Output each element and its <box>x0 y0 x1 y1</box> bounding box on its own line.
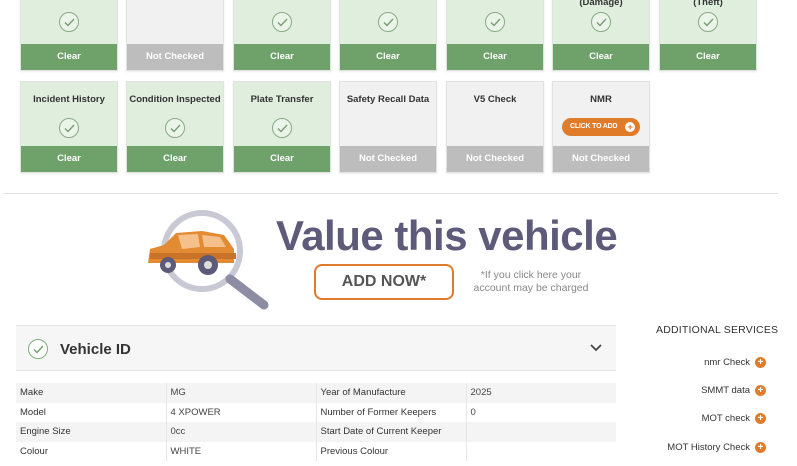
check-icon <box>272 118 292 138</box>
vehicle-id-panel-header[interactable]: Vehicle ID <box>16 325 616 371</box>
check-icon <box>591 12 611 32</box>
check-icon <box>28 339 48 359</box>
year-label: Year of Manufacture <box>315 383 466 403</box>
service-label: SMMT data <box>701 384 750 396</box>
plus-icon: + <box>755 356 766 368</box>
check-tile: (Damage) Clear <box>552 0 650 71</box>
check-icon <box>698 12 718 32</box>
check-tile: Clear <box>339 0 437 71</box>
tile-label: Plate Transfer <box>250 94 314 105</box>
vehicle-details-table: Make MG Year of Manufacture 2025 Model 4… <box>16 383 616 461</box>
plus-icon: + <box>755 441 766 453</box>
check-tile: Clear <box>20 0 118 71</box>
check-tile-nmr: NMR CLICK TO ADD + Not Checked <box>552 81 650 173</box>
check-tile: Clear <box>446 0 544 71</box>
check-icon <box>59 118 79 138</box>
service-link-smmt[interactable]: SMMT data + <box>701 382 766 398</box>
click-to-add-label: CLICK TO ADD <box>570 123 618 130</box>
tile-label: Incident History <box>33 94 105 105</box>
add-now-button[interactable]: ADD NOW* <box>314 264 454 300</box>
check-tile: Not Checked <box>126 0 224 71</box>
tile-status-clear: Clear <box>447 44 543 70</box>
check-tile-v5: V5 Check Not Checked <box>446 81 544 173</box>
check-icon <box>165 118 185 138</box>
check-icon <box>272 12 292 32</box>
tile-label: V5 Check <box>473 94 517 105</box>
section-divider <box>4 193 778 194</box>
tile-status-not-checked: Not Checked <box>447 146 543 172</box>
plus-icon: + <box>755 384 766 396</box>
tile-label: (Damage) <box>579 0 623 8</box>
charge-note: *If you click here your account may be c… <box>473 269 589 294</box>
check-tile-safety-recall: Safety Recall Data Not Checked <box>339 81 437 173</box>
plus-icon: + <box>755 412 766 424</box>
additional-services-title: ADDITIONAL SERVICES <box>656 324 779 336</box>
tile-status-clear: Clear <box>553 44 649 70</box>
table-row: Model 4 XPOWER Number of Former Keepers … <box>16 402 616 422</box>
tile-status-clear: Clear <box>21 44 117 70</box>
value-vehicle-title: Value this vehicle <box>276 212 618 259</box>
click-to-add-button[interactable]: CLICK TO ADD + <box>562 118 640 136</box>
tile-label: Condition Inspected <box>129 94 221 105</box>
chevron-down-icon[interactable] <box>590 344 602 352</box>
tile-label: NMR <box>590 94 612 105</box>
former-keepers-value: 0 <box>465 402 616 422</box>
table-row: Engine Size 0cc Start Date of Current Ke… <box>16 422 616 442</box>
keeper-start-value <box>465 422 616 442</box>
check-tile-incident-history: Incident History Clear <box>20 81 118 173</box>
check-icon <box>378 12 398 32</box>
model-label: Model <box>16 402 166 422</box>
table-row: Make MG Year of Manufacture 2025 <box>16 383 616 403</box>
tile-status-clear: Clear <box>21 146 117 172</box>
colour-label: Colour <box>16 441 166 461</box>
car-magnifier-icon <box>148 210 269 310</box>
year-value: 2025 <box>465 383 616 403</box>
engine-size-value: 0cc <box>165 422 316 442</box>
service-link-mot[interactable]: MOT check + <box>702 410 766 426</box>
tile-status-clear: Clear <box>234 146 330 172</box>
model-value: 4 XPOWER <box>165 402 316 422</box>
service-link-nmr[interactable]: nmr Check + <box>704 354 766 370</box>
service-link-mot-history[interactable]: MOT History Check + <box>667 439 766 455</box>
previous-colour-value <box>465 441 616 461</box>
colour-value: WHITE <box>165 441 316 461</box>
former-keepers-label: Number of Former Keepers <box>315 402 466 422</box>
tile-status-not-checked: Not Checked <box>340 146 436 172</box>
check-tile: Clear <box>233 0 331 71</box>
previous-colour-label: Previous Colour <box>315 441 466 461</box>
service-label: nmr Check <box>704 356 750 368</box>
check-tile-condition-inspected: Condition Inspected Clear <box>126 81 224 173</box>
check-icon <box>485 12 505 32</box>
engine-size-label: Engine Size <box>16 422 166 442</box>
tile-status-not-checked: Not Checked <box>127 44 223 70</box>
keeper-start-label: Start Date of Current Keeper <box>315 422 466 442</box>
tile-status-clear: Clear <box>234 44 330 70</box>
tile-status-clear: Clear <box>127 146 223 172</box>
tile-label: (Theft) <box>693 0 723 8</box>
make-label: Make <box>16 383 166 403</box>
table-row: Colour WHITE Previous Colour <box>16 441 616 461</box>
make-value: MG <box>165 383 316 403</box>
check-tile-plate-transfer: Plate Transfer Clear <box>233 81 331 173</box>
tile-status-clear: Clear <box>340 44 436 70</box>
check-tile: (Theft) Clear <box>659 0 757 71</box>
plus-icon: + <box>625 122 635 132</box>
tile-label: Safety Recall Data <box>346 94 430 105</box>
check-icon <box>59 12 79 32</box>
service-label: MOT History Check <box>667 441 750 453</box>
tile-status-not-checked: Not Checked <box>553 146 649 172</box>
tile-status-clear: Clear <box>660 44 756 70</box>
vehicle-id-title: Vehicle ID <box>60 341 131 358</box>
service-label: MOT check <box>701 412 750 424</box>
